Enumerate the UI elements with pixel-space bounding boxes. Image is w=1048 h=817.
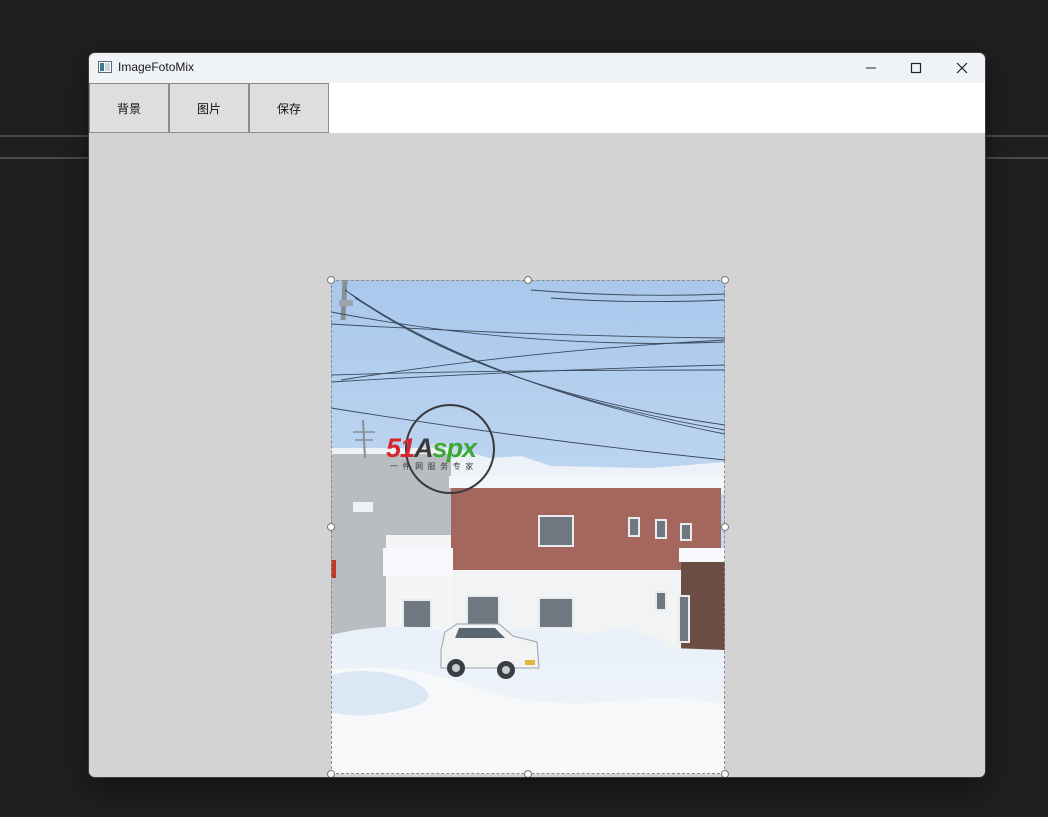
image-button[interactable]: 图片 (169, 83, 249, 133)
watermark-tagline: 一 件 网 服 务 专 家 (390, 462, 475, 471)
window-title: ImageFotoMix (118, 60, 195, 74)
resize-handle-top-left[interactable] (327, 276, 335, 284)
save-button[interactable]: 保存 (249, 83, 329, 133)
resize-handle-top[interactable] (524, 276, 532, 284)
background-line (0, 135, 89, 137)
image-window-icon (98, 61, 112, 73)
minimize-icon (866, 67, 876, 69)
title-bar[interactable]: ImageFotoMix (89, 53, 985, 83)
watermark-logo: 51Aspx (386, 433, 477, 463)
close-button[interactable] (939, 53, 985, 83)
resize-handle-right[interactable] (721, 523, 729, 531)
editor-canvas[interactable]: 51Aspx 一 件 网 服 务 专 家 (89, 133, 985, 777)
close-icon (956, 62, 968, 74)
minimize-button[interactable] (848, 53, 894, 83)
resize-handle-top-right[interactable] (721, 276, 729, 284)
app-window: ImageFotoMix 背景 图片 保存 51Aspx 一 件 网 服 务 专… (89, 53, 985, 777)
resize-handle-bottom-left[interactable] (327, 770, 335, 777)
snowy-street-photo[interactable] (331, 280, 725, 774)
maximize-button[interactable] (893, 53, 939, 83)
background-line (0, 157, 89, 159)
background-line (985, 135, 1048, 137)
resize-handle-bottom[interactable] (524, 770, 532, 777)
maximize-icon (910, 62, 922, 74)
toolbar: 背景 图片 保存 (89, 83, 985, 133)
background-line (985, 157, 1048, 159)
background-button[interactable]: 背景 (89, 83, 169, 133)
resize-handle-bottom-right[interactable] (721, 770, 729, 777)
resize-handle-left[interactable] (327, 523, 335, 531)
